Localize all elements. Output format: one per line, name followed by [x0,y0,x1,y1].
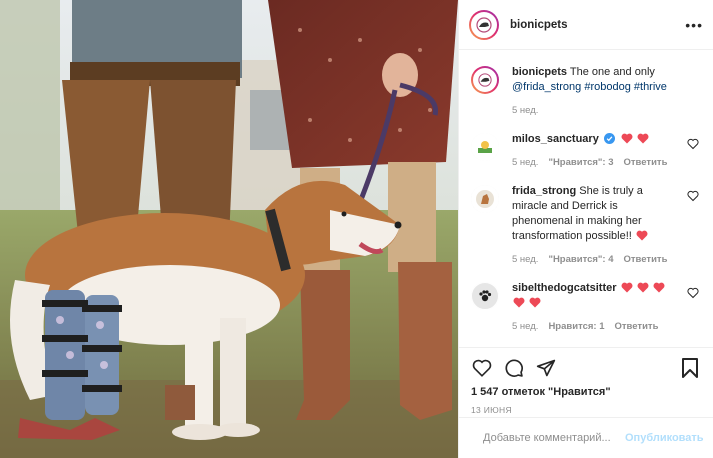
comment-time[interactable]: 5 нед. [512,252,538,267]
comment-item: frida_strong She is truly a miracle and … [471,184,703,267]
commenter-avatar[interactable] [471,133,499,161]
red-heart-emoji-icon [637,282,649,293]
dog-photo-icon [471,185,499,213]
action-icons-row [471,354,701,382]
comment-time[interactable]: 5 нед. [512,319,538,334]
comments-list: bionicpets The one and only @frida_stron… [459,51,713,347]
caption-meta: 5 нед. [512,103,679,118]
comment-likes[interactable]: Нравится: 1 [548,319,604,334]
comment-username[interactable]: sibelthedogcatsitter [512,282,617,294]
reply-button[interactable]: Ответить [624,252,668,267]
comment-meta: 5 нед. "Нравится": 3 Ответить [512,155,679,170]
comment-icon[interactable] [503,357,525,379]
likes-count[interactable]: 1 547 отметок "Нравится" [471,386,701,398]
paw-icon [471,282,499,310]
dog-photo-image [0,0,458,458]
caption-username[interactable]: bionicpets [512,66,567,78]
comment-meta: 5 нед. Нравится: 1 Ответить [512,319,679,334]
comment-input[interactable] [483,432,625,444]
red-heart-emoji-icon [637,133,649,144]
comment-item: sibelthedogcatsitter 5 нед. Нравится: 1 … [471,281,703,334]
caption-time[interactable]: 5 нед. [512,103,538,118]
red-heart-emoji-icon [636,230,648,241]
comment-likes[interactable]: "Нравится": 3 [548,155,613,170]
red-heart-emoji-icon [621,133,633,144]
sanctuary-logo-icon [471,133,499,161]
verified-icon [603,133,615,144]
red-heart-emoji-icon [529,297,541,308]
add-comment-form: Опубликовать [459,417,713,458]
post-header: bionicpets ••• [459,0,713,50]
like-comment-heart-icon[interactable] [687,287,699,299]
red-heart-emoji-icon [513,297,525,308]
comment-item: milos_sanctuary 5 нед. "Нравится": 3 Отв… [471,132,703,170]
caption: bionicpets The one and only @frida_stron… [471,65,703,118]
caption-body: bionicpets The one and only @frida_stron… [512,65,703,118]
comment-likes[interactable]: "Нравится": 4 [548,252,613,267]
like-comment-heart-icon[interactable] [687,190,699,202]
caption-text: The one and only [567,66,655,78]
post-sidebar: bionicpets ••• bionicpets The one and on… [458,0,713,458]
comment-username[interactable]: milos_sanctuary [512,133,599,145]
share-icon[interactable] [535,357,557,379]
commenter-avatar[interactable] [471,282,499,310]
post-photo[interactable] [0,0,458,458]
publish-button[interactable]: Опубликовать [625,432,704,444]
hashtag-link[interactable]: #robodog [584,81,631,93]
comment-username[interactable]: frida_strong [512,185,576,197]
comment-time[interactable]: 5 нед. [512,155,538,170]
instagram-post: bionicpets ••• bionicpets The one and on… [0,0,713,458]
more-icon[interactable]: ••• [685,17,703,33]
mention-link[interactable]: @frida_strong [512,81,581,93]
caption-avatar[interactable] [471,66,499,94]
comment-meta: 5 нед. "Нравится": 4 Ответить [512,252,679,267]
post-actions: 1 547 отметок "Нравится" 13 ИЮНЯ [459,347,713,417]
hashtag-link[interactable]: #thrive [634,81,667,93]
author-username[interactable]: bionicpets [510,19,685,31]
author-avatar[interactable] [469,9,499,40]
red-heart-emoji-icon [653,282,665,293]
heart-icon[interactable] [471,357,493,379]
like-comment-heart-icon[interactable] [687,138,699,150]
dog-logo-icon [473,68,497,92]
red-heart-emoji-icon [621,282,633,293]
bookmark-icon[interactable] [679,357,701,379]
reply-button[interactable]: Ответить [615,319,659,334]
comment-body: frida_strong She is truly a miracle and … [512,184,703,267]
comment-body: milos_sanctuary 5 нед. "Нравится": 3 Отв… [512,132,703,170]
reply-button[interactable]: Ответить [624,155,668,170]
dog-logo-icon [471,11,497,38]
comment-body: sibelthedogcatsitter 5 нед. Нравится: 1 … [512,281,703,334]
commenter-avatar[interactable] [471,185,499,213]
post-date[interactable]: 13 ИЮНЯ [471,405,701,415]
